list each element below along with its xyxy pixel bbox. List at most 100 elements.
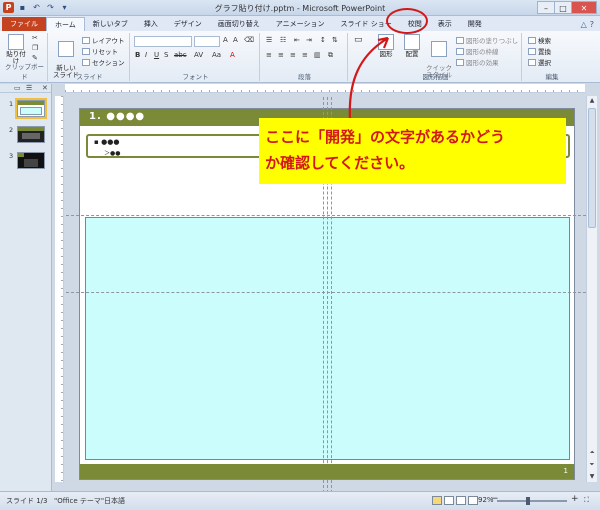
replace-icon [528, 48, 536, 55]
shape-fill-button[interactable]: 図形の塗りつぶし [456, 35, 518, 45]
slide-title[interactable]: 1. ●●●● [89, 111, 145, 122]
layout-button[interactable]: レイアウト [82, 35, 125, 45]
bullets-icon[interactable]: ☰ [266, 36, 272, 44]
group-label-font: フォント [182, 73, 209, 81]
smartart-icon[interactable]: ⧉ [328, 51, 333, 60]
tab-file[interactable]: ファイル [2, 17, 46, 31]
scroll-up-icon[interactable]: ▲ [587, 96, 597, 106]
zoom-out-icon[interactable]: − [491, 494, 499, 504]
shape-outline-button[interactable]: 図形の枠線 [456, 46, 499, 56]
zoom-in-icon[interactable]: + [571, 494, 579, 504]
layout-icon [82, 37, 90, 44]
align-right-icon[interactable]: ≡ [290, 51, 296, 59]
minimize-button[interactable]: – [537, 1, 555, 14]
horizontal-ruler[interactable] [65, 84, 585, 93]
callout-line-1: ここに「開発」の文字があるかどう [265, 128, 506, 146]
change-case-icon[interactable]: Aa [212, 51, 221, 59]
zoom-slider-knob[interactable] [526, 497, 530, 505]
scroll-thumb[interactable] [588, 108, 596, 228]
decrease-indent-icon[interactable]: ⇤ [294, 36, 300, 44]
group-slides: 新しい スライド レイアウト リセット セクション スライド [50, 33, 130, 81]
outline-tab-icon[interactable]: ☰ [26, 84, 32, 93]
line-spacing-icon[interactable]: ↕ [320, 36, 326, 44]
font-color-icon[interactable]: A [230, 51, 235, 59]
strikethrough-icon[interactable]: abc [174, 51, 187, 59]
cut-icon[interactable]: ✂ [32, 34, 38, 42]
previous-slide-icon[interactable]: ⏶ [587, 448, 597, 458]
paste-icon [8, 34, 24, 50]
reset-icon [82, 48, 90, 55]
vertical-scrollbar[interactable]: ▲ ⏶ ⏷ ▼ [586, 96, 597, 482]
vertical-ruler[interactable] [55, 96, 64, 482]
align-left-icon[interactable]: ≡ [266, 51, 272, 59]
shape-effects-button[interactable]: 図形の効果 [456, 57, 499, 67]
copy-icon[interactable]: ❐ [32, 44, 38, 52]
group-label-slides: スライド [76, 73, 103, 81]
tab-developer[interactable]: 開発 [460, 17, 490, 31]
help-icon[interactable]: ? [590, 20, 594, 29]
tab-animations[interactable]: アニメーション [268, 17, 333, 31]
bullet-level-2: ＞●● [104, 150, 121, 157]
slide-thumbnail-1[interactable] [15, 98, 47, 119]
tab-new[interactable]: 新しいタブ [85, 17, 136, 31]
grow-font-icon[interactable]: A [223, 36, 228, 44]
select-button[interactable]: 選択 [528, 57, 551, 67]
window-controls: – □ ✕ [537, 1, 597, 14]
panel-close-icon[interactable]: ✕ [42, 84, 48, 93]
increase-indent-icon[interactable]: ⇥ [306, 36, 312, 44]
section-button[interactable]: セクション [82, 57, 125, 67]
status-bar: スライド 1/3 "Office テーマ" 日本語 92% − + ⛶ [0, 491, 600, 510]
slide-thumbnail-3[interactable] [17, 152, 45, 169]
group-editing: 検索 置換 選択 編集 [524, 33, 580, 81]
slide-sorter-icon[interactable] [444, 496, 454, 505]
thumbnail-number: 2 [9, 126, 14, 134]
panel-header: ▭ ☰ ✕ [0, 84, 51, 93]
underline-icon[interactable]: U [154, 51, 159, 59]
close-button[interactable]: ✕ [571, 1, 597, 14]
reset-button[interactable]: リセット [82, 46, 118, 56]
font-name-combo[interactable] [134, 36, 192, 47]
tab-insert[interactable]: 挿入 [136, 17, 166, 31]
shrink-font-icon[interactable]: A [233, 36, 238, 44]
tab-home[interactable]: ホーム [46, 17, 85, 31]
slides-panel: ▭ ☰ ✕ 1 2 3 [0, 84, 52, 491]
window-title: グラフ貼り付け.pptm - Microsoft PowerPoint [214, 4, 386, 13]
status-language[interactable]: 日本語 [104, 496, 125, 506]
status-theme[interactable]: "Office テーマ" [54, 496, 104, 506]
effects-icon [456, 59, 464, 66]
columns-icon[interactable]: ▥ [314, 51, 321, 59]
italic-icon[interactable]: I [145, 51, 147, 59]
reading-view-icon[interactable] [456, 496, 466, 505]
slide-number: 1 [563, 467, 568, 475]
slide-thumbnail-2[interactable] [17, 126, 45, 143]
guide-horizontal[interactable] [66, 215, 586, 216]
align-center-icon[interactable]: ≡ [278, 51, 284, 59]
maximize-button[interactable]: □ [554, 1, 572, 14]
text-direction-icon[interactable]: ⇅ [332, 36, 338, 44]
slides-tab-icon[interactable]: ▭ [14, 84, 21, 93]
slideshow-view-icon[interactable] [468, 496, 478, 505]
font-size-combo[interactable] [194, 36, 220, 47]
bold-icon[interactable]: B [135, 51, 140, 59]
guide-horizontal[interactable] [66, 292, 586, 293]
justify-icon[interactable]: ≡ [302, 51, 308, 59]
thumbnail-number: 1 [9, 100, 14, 108]
find-button[interactable]: 検索 [528, 35, 551, 45]
tab-view[interactable]: 表示 [430, 17, 460, 31]
next-slide-icon[interactable]: ⏷ [587, 460, 597, 470]
ribbon-minimize-icon[interactable]: △ [581, 20, 587, 29]
quick-styles-icon [431, 41, 447, 57]
tab-transitions[interactable]: 画面切り替え [210, 17, 268, 31]
zoom-slider[interactable] [497, 500, 567, 502]
normal-view-icon[interactable] [432, 496, 442, 505]
tab-design[interactable]: デザイン [166, 17, 210, 31]
fit-to-window-icon[interactable]: ⛶ [584, 496, 589, 505]
char-spacing-icon[interactable]: AV [194, 51, 203, 59]
replace-button[interactable]: 置換 [528, 46, 551, 56]
shadow-icon[interactable]: S [164, 51, 168, 59]
bullet-level-1: ▪ ●●● [94, 138, 120, 146]
group-label-clipboard: クリップボード [5, 63, 44, 81]
clear-format-icon[interactable]: ⌫ [244, 36, 254, 44]
numbering-icon[interactable]: ☷ [280, 36, 286, 44]
scroll-down-icon[interactable]: ▼ [587, 472, 597, 482]
